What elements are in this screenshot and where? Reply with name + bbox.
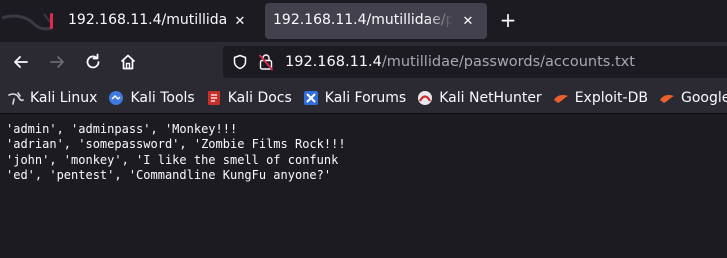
bookmark-kali-forums[interactable]: Kali Forums [303, 90, 406, 106]
bookmark-kali-tools[interactable]: Kali Tools [108, 89, 195, 106]
bookmark-label: Exploit-DB [574, 89, 648, 106]
bookmark-label: Kali Linux [30, 89, 98, 106]
forward-button[interactable] [45, 50, 69, 74]
tab-title: 192.168.11.4/mutillidae/passwords/accoun… [273, 12, 453, 28]
kali-dragon-icon [8, 90, 24, 106]
text-line: 'admin', 'adminpass', 'Monkey!!! [6, 122, 238, 136]
kali-tools-icon [108, 90, 124, 106]
bookmark-label: Kali Docs [227, 89, 292, 106]
tab-title: 192.168.11.4/mutillidae/ [68, 12, 228, 28]
exploit-db-icon [553, 90, 569, 106]
kali-forums-icon [303, 90, 319, 106]
ghdb-icon [659, 90, 675, 106]
arrow-right-icon [50, 56, 64, 68]
close-tab-icon[interactable]: ✕ [459, 12, 477, 30]
new-tab-button[interactable]: + [497, 10, 519, 32]
arrow-left-icon [14, 56, 28, 68]
url-host: 192.168.11.4 [285, 54, 382, 70]
insecure-lock-icon[interactable] [257, 53, 275, 71]
bookmark-kali-linux[interactable]: Kali Linux [8, 90, 97, 106]
home-icon [120, 54, 136, 70]
kali-docs-icon [206, 90, 222, 106]
url-path: /mutillidae/passwords/accounts.txt [381, 54, 635, 70]
tab-strip: 192.168.11.4/mutillidae/ ✕ 192.168.11.4/… [0, 0, 727, 42]
page-content: 'admin', 'adminpass', 'Monkey!!! 'adrian… [0, 114, 727, 258]
kali-nethunter-icon [417, 90, 433, 106]
text-line: 'john', 'monkey', 'I like the smell of c… [6, 152, 339, 167]
bookmark-label: Kali Forums [324, 89, 407, 106]
bookmark-label: Kali Tools [130, 89, 195, 106]
text-line: 'ed', 'pentest', 'Commandline KungFu any… [6, 167, 332, 182]
bookmark-label: Kali NetHunter [439, 89, 542, 106]
tab-mutillidae[interactable]: 192.168.11.4/mutillidae/ ✕ [0, 3, 259, 39]
text-file-content: 'admin', 'adminpass', 'Monkey!!! 'adrian… [6, 122, 346, 183]
bookmark-label: Google Hacking DB [680, 89, 727, 106]
bookmark-exploit-db[interactable]: Exploit-DB [553, 90, 648, 106]
home-button[interactable] [116, 50, 140, 74]
close-tab-icon[interactable]: ✕ [231, 12, 249, 30]
navigation-toolbar: 192.168.11.4/mutillidae/passwords/accoun… [0, 42, 727, 82]
reload-button[interactable] [81, 50, 105, 74]
page-loading-icon [48, 13, 64, 29]
url-text[interactable]: 192.168.11.4/mutillidae/passwords/accoun… [285, 54, 635, 70]
back-button[interactable] [9, 50, 33, 74]
bookmarks-toolbar: Kali Linux Kali Tools Kali Docs Kali For… [0, 82, 727, 114]
text-line: 'adrian', 'somepassword', 'Zombie Films … [6, 137, 346, 152]
tab-accounts-txt[interactable]: 192.168.11.4/mutillidae/passwords/accoun… [265, 3, 487, 39]
bookmark-kali-docs[interactable]: Kali Docs [206, 90, 292, 106]
bookmark-kali-nethunter[interactable]: Kali NetHunter [417, 89, 542, 106]
shield-icon[interactable] [231, 53, 249, 71]
address-bar[interactable]: 192.168.11.4/mutillidae/passwords/accoun… [223, 46, 727, 78]
reload-icon [86, 53, 100, 69]
bookmark-google-hacking-db[interactable]: Google Hacking DB [659, 90, 727, 106]
